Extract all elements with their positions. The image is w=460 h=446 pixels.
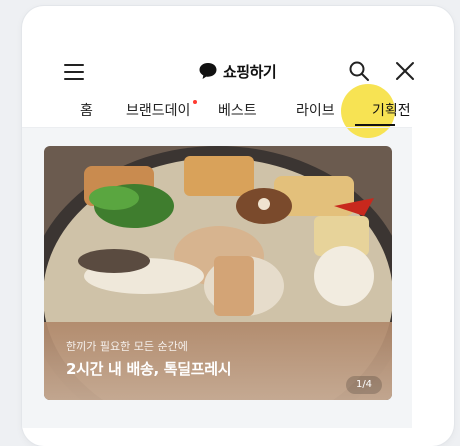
search-button[interactable]: [348, 60, 370, 82]
banner-page-indicator: 1/4: [346, 376, 382, 394]
tab-brandday[interactable]: 브랜드데이: [126, 96, 198, 126]
page-title: 쇼핑하기: [223, 62, 277, 81]
tab-label: 기획전: [372, 103, 411, 119]
tab-divider: [22, 127, 412, 128]
search-icon: [349, 61, 369, 81]
tab-label: 브랜드데이: [126, 103, 191, 119]
promo-banner[interactable]: 한끼가 필요한 모든 순간에 2시간 내 배송, 톡딜프레시 1/4: [44, 146, 392, 400]
tab-exhibition[interactable]: 기획전: [372, 96, 411, 126]
hamburger-menu-icon[interactable]: [64, 62, 86, 82]
banner-title: 2시간 내 배송, 톡딜프레시: [66, 360, 232, 378]
banner-subtitle: 한끼가 필요한 모든 순간에: [66, 340, 188, 353]
tab-best[interactable]: 베스트: [218, 96, 257, 126]
active-tab-underline: [355, 124, 395, 126]
tab-live[interactable]: 라이브: [296, 96, 335, 126]
tab-label: 베스트: [218, 103, 257, 119]
top-bar: 쇼핑하기: [22, 56, 454, 92]
tab-label: 홈: [80, 103, 93, 119]
tab-label: 라이브: [296, 103, 335, 119]
speech-bubble-icon: [199, 63, 217, 79]
new-badge-dot: [193, 100, 198, 104]
close-icon: [396, 62, 414, 80]
brand: 쇼핑하기: [198, 58, 277, 84]
tab-home[interactable]: 홈: [80, 96, 93, 126]
close-button[interactable]: [394, 60, 416, 82]
